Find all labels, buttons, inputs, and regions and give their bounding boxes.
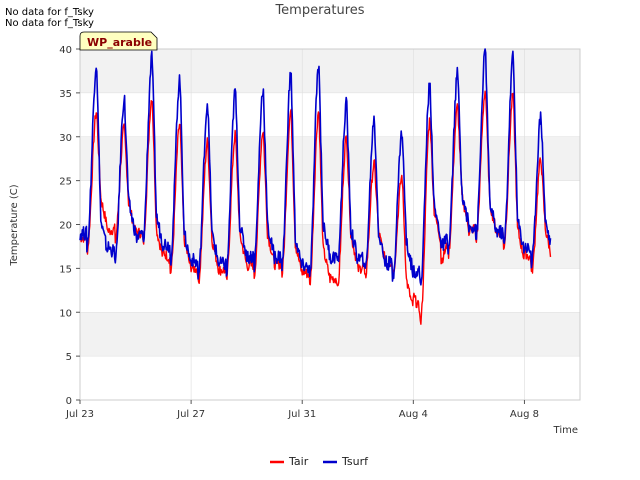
y-tick-label: 30 <box>59 133 72 144</box>
site-label-box: WP_arable <box>79 31 158 51</box>
x-tick-label: Aug 4 <box>399 409 428 420</box>
y-tick-label: 15 <box>59 264 72 275</box>
y-axis-ticks: 0 5 10 15 20 25 30 35 40 <box>59 45 80 407</box>
y-tick-label: 0 <box>66 396 72 407</box>
x-axis-title: Time <box>553 425 578 436</box>
y-tick-label: 10 <box>59 308 72 319</box>
y-tick-label: 5 <box>66 352 72 363</box>
temperature-chart: 0 5 10 15 20 25 30 35 40 Jul 23 Jul 27 Jul 31 Aug 4… <box>9 3 581 468</box>
band <box>80 312 580 357</box>
y-tick-label: 35 <box>59 89 72 100</box>
y-axis-title: Temperature (C) <box>9 184 20 266</box>
legend: Tair Tsurf <box>270 455 369 468</box>
y-tick-label: 20 <box>59 221 72 232</box>
y-tick-label: 25 <box>59 177 72 188</box>
band <box>80 49 580 93</box>
chart-title: Temperatures <box>274 3 364 18</box>
x-tick-label: Jul 27 <box>176 409 205 420</box>
site-label: WP_arable <box>87 36 152 49</box>
legend-label-tair: Tair <box>288 455 309 468</box>
legend-label-tsurf: Tsurf <box>341 455 369 468</box>
x-tick-label: Jul 31 <box>287 409 316 420</box>
x-tick-label: Aug 8 <box>510 409 539 420</box>
x-axis-ticks: Jul 23 Jul 27 Jul 31 Aug 4 Aug 8 <box>65 400 539 420</box>
x-tick-label: Jul 23 <box>65 409 94 420</box>
y-tick-label: 40 <box>59 45 72 56</box>
